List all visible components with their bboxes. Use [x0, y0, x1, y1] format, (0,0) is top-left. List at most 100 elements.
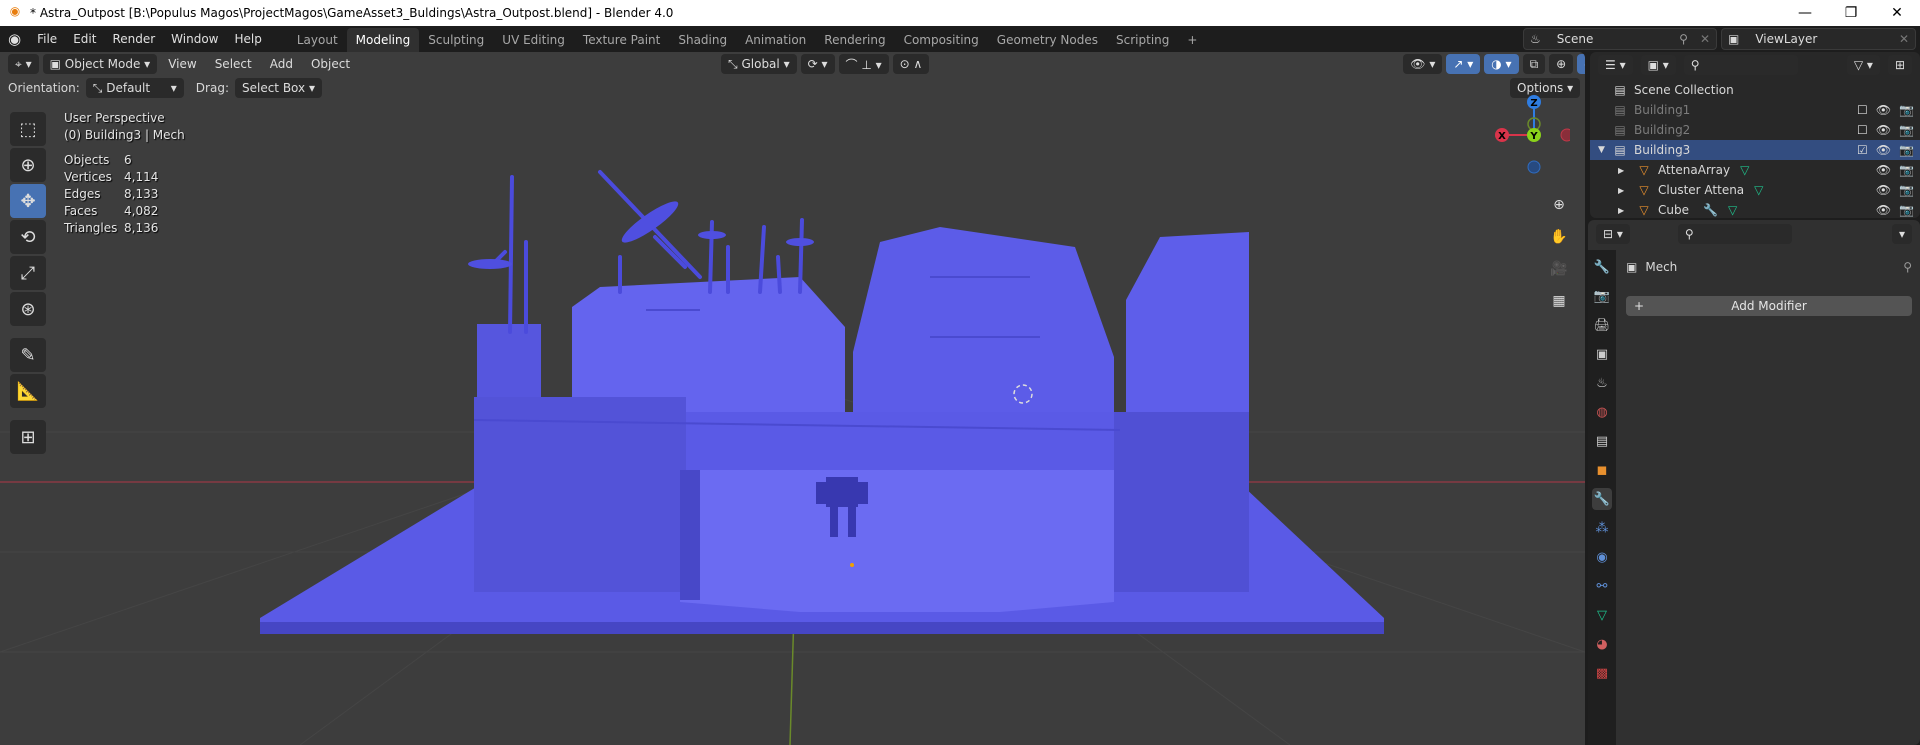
- tab-layout[interactable]: Layout: [288, 28, 347, 52]
- tool-tab-icon[interactable]: 🔧: [1592, 256, 1612, 278]
- transform-tool-icon[interactable]: ⊛: [10, 292, 46, 326]
- render-camera-icon[interactable]: 📷: [1899, 203, 1914, 217]
- tab-scripting[interactable]: Scripting: [1107, 28, 1178, 52]
- move-tool-icon[interactable]: ✥: [10, 184, 46, 218]
- mesh-data-icon[interactable]: ▽: [1754, 183, 1763, 197]
- material-tab-icon[interactable]: ◕: [1592, 633, 1612, 655]
- world-tab-icon[interactable]: ◍: [1592, 401, 1612, 423]
- tab-sculpting[interactable]: Sculpting: [419, 28, 493, 52]
- orientation-dropdown[interactable]: ⤡ Default ▾: [85, 78, 184, 98]
- properties-search-input[interactable]: ⚲: [1677, 224, 1792, 244]
- expand-arrow-icon[interactable]: ▼: [1598, 145, 1605, 155]
- menu-window[interactable]: Window: [163, 32, 226, 46]
- modifier-wrench-icon[interactable]: 🔧: [1703, 203, 1718, 217]
- view-layer-tab-icon[interactable]: ▣: [1592, 343, 1612, 365]
- tab-shading[interactable]: Shading: [669, 28, 736, 52]
- drag-dropdown[interactable]: Select Box ▾: [234, 78, 322, 98]
- viewlayer-name[interactable]: ViewLayer: [1745, 32, 1827, 46]
- shading-solid[interactable]: ●: [1577, 54, 1585, 74]
- mesh-data-icon[interactable]: ▽: [1728, 203, 1737, 217]
- menu-object[interactable]: Object: [304, 54, 357, 74]
- select-box-tool-icon[interactable]: ⬚: [10, 112, 46, 146]
- render-camera-icon[interactable]: 📷: [1899, 123, 1914, 137]
- scene-tab-icon[interactable]: ♨: [1592, 372, 1612, 394]
- tab-geometry-nodes[interactable]: Geometry Nodes: [988, 28, 1107, 52]
- display-mode-dropdown[interactable]: ☰ ▾: [1598, 55, 1633, 75]
- particles-tab-icon[interactable]: ⁂: [1592, 517, 1612, 539]
- delete-viewlayer-icon[interactable]: ✕: [1893, 32, 1915, 46]
- exclude-checkbox[interactable]: ☐: [1857, 123, 1868, 137]
- outliner-row[interactable]: ▤ Building2 ☐ 👁 📷: [1590, 120, 1920, 140]
- properties-editor-type[interactable]: ⊟ ▾: [1596, 224, 1630, 244]
- shading-wireframe[interactable]: ⊕: [1549, 54, 1574, 74]
- cursor-tool-icon[interactable]: ⊕: [10, 148, 46, 182]
- maximize-button[interactable]: ❐: [1828, 0, 1874, 26]
- camera-view-icon[interactable]: 🎥: [1546, 256, 1572, 282]
- menu-help[interactable]: Help: [227, 32, 270, 46]
- visibility-eye-icon[interactable]: 👁: [1876, 123, 1891, 137]
- building-mesh[interactable]: [260, 170, 1384, 634]
- modifier-tab-icon[interactable]: 🔧: [1592, 488, 1612, 510]
- ortho-grid-icon[interactable]: ▦: [1546, 288, 1572, 314]
- visibility-eye-icon[interactable]: 👁: [1876, 143, 1891, 157]
- render-camera-icon[interactable]: 📷: [1899, 183, 1914, 197]
- render-camera-icon[interactable]: 📷: [1899, 143, 1914, 157]
- new-collection-button[interactable]: ⊞: [1887, 55, 1912, 75]
- outliner-item-name[interactable]: Building2: [1634, 123, 1690, 137]
- filter-dropdown[interactable]: ▽ ▾: [1846, 55, 1880, 75]
- 3d-viewport[interactable]: ⌖ ▾ ▣ Object Mode ▾ View Select Add Obje…: [0, 52, 1585, 745]
- render-tab-icon[interactable]: 📷: [1592, 285, 1612, 307]
- outliner-item-name[interactable]: Building1: [1634, 103, 1690, 117]
- expand-arrow-icon[interactable]: ▶: [1618, 206, 1624, 215]
- outliner-row[interactable]: ▤ Building1 ☐ 👁 📷: [1590, 100, 1920, 120]
- viewlayer-selector[interactable]: ▣ ViewLayer ✕: [1721, 28, 1916, 50]
- close-button[interactable]: ✕: [1874, 0, 1920, 26]
- exclude-checkbox[interactable]: ☑: [1857, 143, 1868, 157]
- render-camera-icon[interactable]: 📷: [1899, 103, 1914, 117]
- pin-icon[interactable]: ⚲: [1903, 260, 1912, 274]
- add-workspace-button[interactable]: +: [1178, 28, 1206, 52]
- measure-tool-icon[interactable]: 📐: [10, 374, 46, 408]
- data-tab-icon[interactable]: ▽: [1592, 604, 1612, 626]
- pivot-point-dropdown[interactable]: ⟳ ▾: [800, 54, 835, 74]
- tab-compositing[interactable]: Compositing: [895, 28, 988, 52]
- menu-select[interactable]: Select: [208, 54, 259, 74]
- scale-tool-icon[interactable]: ⤢: [10, 256, 46, 290]
- object-mode-dropdown[interactable]: ▣ Object Mode ▾: [42, 54, 158, 74]
- proportional-editing-toggle[interactable]: ⊙ ∧: [892, 54, 930, 74]
- outliner-row[interactable]: ▶ ▽ Cluster Attena ▽ 👁 📷: [1590, 180, 1920, 200]
- expand-arrow-icon[interactable]: ▶: [1618, 186, 1624, 195]
- outliner-row[interactable]: ▶ ▽ AttenaArray ▽ 👁 📷: [1590, 160, 1920, 180]
- add-cube-tool-icon[interactable]: ⊞: [10, 420, 46, 454]
- add-modifier-button[interactable]: + Add Modifier: [1626, 296, 1912, 316]
- visibility-selectability-dropdown[interactable]: 👁 ▾: [1403, 54, 1443, 74]
- pan-hand-icon[interactable]: ✋: [1546, 224, 1572, 250]
- outliner-row[interactable]: ▼ ▤ Building3 ☑ 👁 📷: [1590, 140, 1920, 160]
- annotate-tool-icon[interactable]: ✎: [10, 338, 46, 372]
- visibility-eye-icon[interactable]: 👁: [1876, 103, 1891, 117]
- outliner-search-input[interactable]: ⚲: [1683, 55, 1798, 75]
- constraints-tab-icon[interactable]: ⚯: [1592, 575, 1612, 597]
- collection-tab-icon[interactable]: ▤: [1592, 430, 1612, 452]
- object-tab-icon[interactable]: ◼: [1592, 459, 1612, 481]
- output-tab-icon[interactable]: 🖨: [1592, 314, 1612, 336]
- pin-icon[interactable]: ⚲: [1673, 32, 1694, 46]
- texture-tab-icon[interactable]: ▩: [1592, 662, 1612, 684]
- menu-view[interactable]: View: [161, 54, 203, 74]
- scene-selector[interactable]: ♨ Scene ⚲ ✕: [1523, 28, 1717, 50]
- expand-arrow-icon[interactable]: ▶: [1618, 166, 1624, 175]
- visibility-eye-icon[interactable]: 👁: [1876, 163, 1891, 177]
- tab-uv-editing[interactable]: UV Editing: [493, 28, 574, 52]
- outliner-item-name[interactable]: Cube: [1658, 203, 1689, 217]
- exclude-checkbox[interactable]: ☐: [1857, 103, 1868, 117]
- visibility-eye-icon[interactable]: 👁: [1876, 183, 1891, 197]
- rotate-tool-icon[interactable]: ⟲: [10, 220, 46, 254]
- delete-scene-icon[interactable]: ✕: [1694, 32, 1716, 46]
- transform-orientation-dropdown[interactable]: ⤡ Global ▾: [721, 54, 797, 74]
- scene-name[interactable]: Scene: [1547, 32, 1604, 46]
- filter-view-dropdown[interactable]: ▣ ▾: [1640, 55, 1676, 75]
- outliner-row[interactable]: ▶ ▽ Cube 🔧 ▽ 👁 📷: [1590, 200, 1920, 220]
- menu-file[interactable]: File: [29, 32, 65, 46]
- visibility-eye-icon[interactable]: 👁: [1876, 203, 1891, 217]
- snap-toggle[interactable]: ⌒ ⊥ ▾: [838, 54, 889, 74]
